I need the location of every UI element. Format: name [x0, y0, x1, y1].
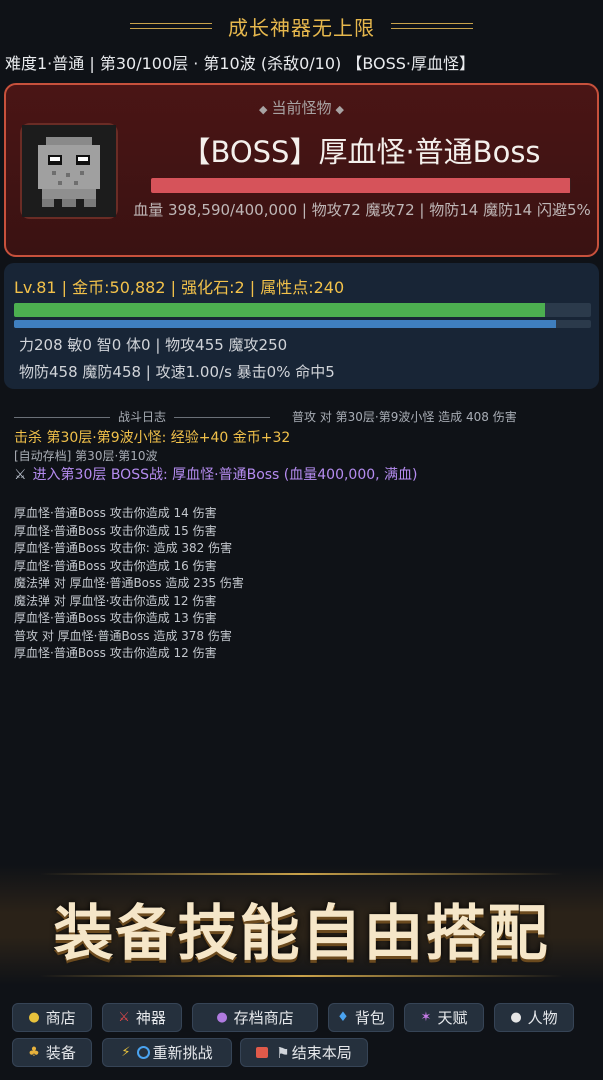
end-round-button[interactable]: ⚑ 结束本局	[240, 1038, 368, 1067]
game-title: 成长神器无上限	[228, 15, 375, 40]
person-icon: ●	[510, 1010, 522, 1025]
log-entry: 魔法弹 对 厚血怪·普通Boss 造成 235 伤害	[14, 576, 244, 590]
crossed-swords-icon: ⚔	[14, 467, 27, 483]
player-summary: Lv.81 | 金币:50,882 | 强化石:2 | 属性点:240	[14, 278, 345, 297]
restart-challenge-button[interactable]: ⚡ 重新挑战	[102, 1038, 232, 1067]
banner-top-rule	[40, 873, 563, 875]
log-kill-text: 击杀 第30层·第9波小怪: 经验+40 金币+32	[14, 430, 291, 446]
monster-stats: 血量 398,590/400,000 | 物攻72 魔攻72 | 物防14 魔防…	[133, 201, 591, 219]
log-boss-entry: ⚔ 进入第30层 BOSS战: 厚血怪·普通Boss (血量400,000, 满血…	[14, 464, 418, 484]
artifact-button[interactable]: ⚔ 神器	[102, 1003, 182, 1032]
log-kill-entry: 击杀 第30层·第9波小怪: 经验+40 金币+32	[14, 427, 290, 447]
monster-card-header: ◆ 当前怪物 ◆	[6, 97, 597, 118]
bag-button-label: 背包	[354, 1009, 385, 1027]
potion-icon: ●	[216, 1010, 228, 1025]
character-button-label: 人物	[527, 1009, 558, 1027]
player-exp-bar	[14, 320, 591, 328]
log-entry: 厚血怪·普通Boss 攻击你: 造成 382 伤害	[14, 541, 233, 555]
monster-hp-fill	[151, 178, 570, 193]
refresh-icon	[136, 1046, 150, 1059]
monster-portrait	[20, 123, 118, 219]
promo-banner: 装备技能自由搭配	[0, 865, 603, 985]
monster-hp-bar	[151, 178, 571, 193]
diamond-icon: ◆	[335, 103, 344, 116]
log-divider	[14, 417, 110, 418]
shop-button[interactable]: ● 商店	[12, 1003, 92, 1032]
current-monster-card: ◆ 当前怪物 ◆ 【BOSS】厚血怪·普通Boss 血量 398,590/400,0…	[4, 83, 599, 257]
battle-log-title: 战斗日志	[118, 410, 167, 424]
game-title-bar: 成长神器无上限	[0, 10, 603, 42]
equipment-icon: ♣	[28, 1045, 40, 1060]
title-right-rule	[391, 23, 473, 29]
log-autosave-entry: [自动存档] 第30层·第10波	[14, 449, 158, 463]
player-attributes: 力208 敏0 智0 体0 | 物攻455 魔攻250	[19, 336, 288, 354]
character-button[interactable]: ● 人物	[494, 1003, 574, 1032]
flag-icon: ⚑	[276, 1043, 290, 1062]
artifact-button-label: 神器	[135, 1009, 166, 1027]
promo-banner-text: 装备技能自由搭配	[53, 899, 550, 969]
coin-icon: ●	[28, 1010, 40, 1025]
log-boss-text: 进入第30层 BOSS战: 厚血怪·普通Boss (血量400,000, 满血)	[32, 467, 418, 483]
restart-button-label: 重新挑战	[152, 1044, 213, 1062]
monster-name: 【BOSS】厚血怪·普通Boss	[181, 135, 541, 169]
log-entry: 厚血怪·普通Boss 攻击你造成 12 伤害	[14, 646, 217, 660]
talent-button[interactable]: ✶ 天赋	[404, 1003, 484, 1032]
pixel-ghost-monster-icon	[22, 125, 116, 217]
player-exp-fill	[14, 320, 557, 328]
log-entry: 普攻 对 第30层·第9波小怪 造成 408 伤害	[292, 410, 517, 424]
end-round-button-label: 结束本局	[291, 1044, 352, 1062]
lightning-icon: ⚡	[121, 1045, 131, 1060]
title-left-rule	[130, 23, 212, 29]
save-shop-button[interactable]: ● 存档商店	[192, 1003, 318, 1032]
player-hp-bar	[14, 303, 591, 317]
equip-button-label: 装备	[45, 1044, 76, 1062]
calendar-icon	[256, 1047, 269, 1058]
banner-bottom-rule	[40, 975, 563, 977]
talent-button-label: 天赋	[437, 1009, 468, 1027]
bag-button[interactable]: ♦ 背包	[328, 1003, 394, 1032]
equip-button[interactable]: ♣ 装备	[12, 1038, 92, 1067]
log-divider	[174, 417, 271, 418]
sword-icon: ⚔	[118, 1010, 130, 1025]
battle-log-header: 战斗日志 普攻 对 第30层·第9波小怪 造成 408 伤害	[14, 408, 594, 426]
save-shop-button-label: 存档商店	[233, 1009, 294, 1027]
sparkle-icon: ✶	[420, 1010, 432, 1025]
player-defense-stats: 物防458 魔防458 | 攻速1.00/s 暴击0% 命中5	[19, 363, 335, 381]
player-hp-fill	[14, 303, 545, 317]
gem-icon: ♦	[337, 1010, 349, 1025]
shop-button-label: 商店	[45, 1009, 76, 1027]
log-entry: 厚血怪·普通Boss 攻击你造成 14 伤害	[14, 506, 217, 520]
log-entry: 厚血怪·普通Boss 攻击你造成 16 伤害	[14, 558, 217, 573]
monster-card-header-label: 当前怪物	[271, 99, 332, 117]
log-entry: 厚血怪·普通Boss 攻击你造成 15 伤害	[14, 523, 217, 538]
log-entry: 厚血怪·普通Boss 攻击你造成 13 伤害	[14, 611, 217, 625]
log-entry: 普攻 对 厚血怪·普通Boss 造成 378 伤害	[14, 628, 232, 643]
diamond-icon: ◆	[259, 103, 268, 116]
stage-status-line: 难度1·普通 | 第30/100层 · 第10波 (杀敌0/10) 【BOSS·…	[5, 54, 476, 73]
log-entry: 魔法弹 对 厚血怪·攻击你造成 12 伤害	[14, 593, 217, 608]
player-status-panel: Lv.81 | 金币:50,882 | 强化石:2 | 属性点:240 力208…	[4, 263, 599, 389]
